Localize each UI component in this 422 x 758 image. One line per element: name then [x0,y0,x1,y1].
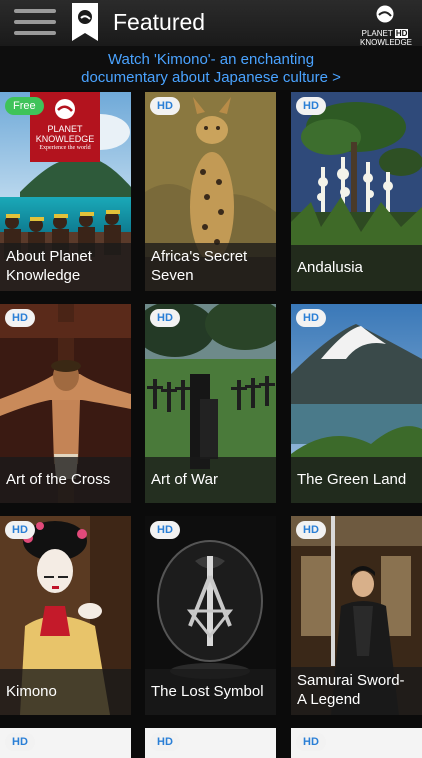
hd-badge: HD [296,733,326,751]
tile-title: Africa's Secret Seven [151,248,248,284]
bookmark-icon[interactable] [72,3,98,41]
tile-the-green-land[interactable]: HD The Green Land [291,304,422,503]
tile-title: The Green Land [297,470,407,488]
tile-title: Art of War [151,470,218,488]
brand-logo: PLANET HD KNOWLEDGE [360,4,412,47]
tile-label: The Green Land [291,457,422,503]
hd-badge: HD [296,309,326,327]
tile-label: Art of War [145,457,276,503]
planet-logo-line1: PLANET [47,124,83,134]
tile-title: Kimono [6,682,57,700]
globe-icon [376,5,394,23]
tile-about-planet-knowledge[interactable]: PLANET KNOWLEDGE Experience the world Fr… [0,92,131,291]
tile-samurai-sword-a-legend[interactable]: HD Samurai Sword- A Legend [291,516,422,715]
tile-label: Andalusia [291,245,422,291]
tile-label: Samurai Sword- A Legend [291,667,422,715]
promo-banner[interactable]: Watch 'Kimono'- an enchanting documentar… [0,46,422,90]
tile-partial-2[interactable]: HD [145,728,276,758]
planet-logo-line2: KNOWLEDGE [35,134,95,144]
tile-label: Art of the Cross [0,457,131,503]
promo-line-1[interactable]: Watch 'Kimono'- an enchanting [0,51,422,69]
tile-label: The Lost Symbol [145,669,276,715]
hd-badge: HD [5,309,35,327]
hd-badge: HD [150,97,180,115]
tile-africas-secret-seven[interactable]: HD Africa's Secret Seven [145,92,276,291]
menu-icon[interactable] [14,9,56,37]
tile-title: About Planet Knowledge [6,248,92,284]
brand-name: PLANET [361,29,393,38]
tile-partial-3[interactable]: HD [291,728,422,758]
tile-andalusia[interactable]: HD Andalusia [291,92,422,291]
brand-hd-mark: HD [394,29,409,38]
hd-badge: HD [5,521,35,539]
free-badge: Free [5,97,44,115]
tile-title: Art of the Cross [6,470,111,488]
hd-badge: HD [150,733,180,751]
top-bar: Featured PLANET HD KNOWLEDGE [0,0,422,47]
page-title: Featured [113,9,206,35]
tile-label: Kimono [0,669,131,715]
hd-badge: HD [296,97,326,115]
tile-title: The Lost Symbol [151,682,264,700]
tile-art-of-war[interactable]: HD Art of War [145,304,276,503]
planet-logo-tagline: Experience the world [39,145,91,151]
tile-label: Africa's Secret Seven [145,243,276,291]
tile-art-of-the-cross[interactable]: HD Art of the Cross [0,304,131,503]
tile-title: Andalusia [297,258,363,276]
tile-the-lost-symbol[interactable]: HD The Lost Symbol [145,516,276,715]
hd-badge: HD [150,309,180,327]
tile-kimono[interactable]: HD Kimono [0,516,131,715]
tile-label: About Planet Knowledge [0,243,131,291]
hd-badge: HD [5,733,35,751]
hd-badge: HD [296,521,326,539]
hd-badge: HD [150,521,180,539]
tile-title: Samurai Sword- A Legend [297,672,405,708]
tile-partial-1[interactable]: HD [0,728,131,758]
promo-line-2[interactable]: documentary about Japanese culture > [0,69,422,87]
